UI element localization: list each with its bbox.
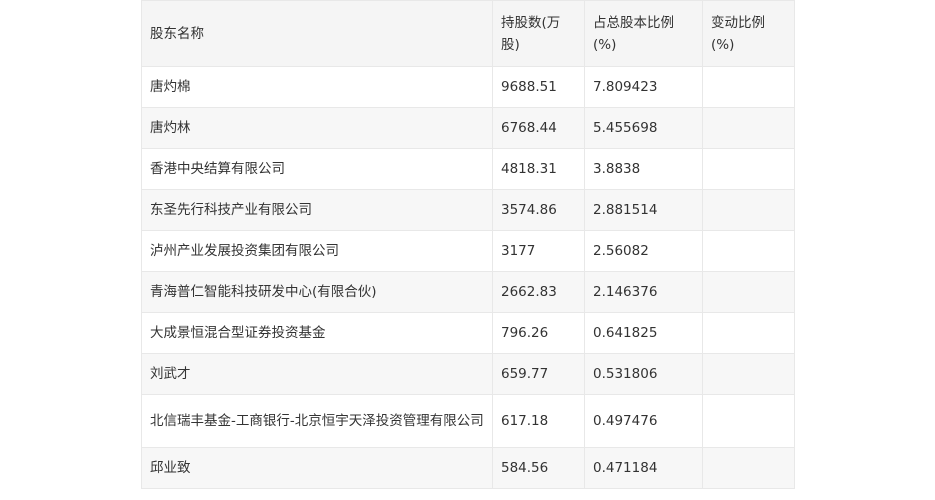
table-header-row: 股东名称 持股数(万股) 占总股本比例(%) 变动比例(%) bbox=[141, 0, 795, 67]
cell-change bbox=[702, 447, 795, 489]
table-row: 刘武才 659.77 0.531806 bbox=[141, 353, 795, 395]
cell-ratio: 3.8838 bbox=[584, 148, 703, 190]
cell-shares: 3177 bbox=[492, 230, 585, 272]
table-row: 大成景恒混合型证券投资基金 796.26 0.641825 bbox=[141, 312, 795, 354]
header-change: 变动比例(%) bbox=[702, 0, 795, 67]
cell-shares: 2662.83 bbox=[492, 271, 585, 313]
cell-change bbox=[702, 66, 795, 108]
table-row: 泸州产业发展投资集团有限公司 3177 2.56082 bbox=[141, 230, 795, 272]
header-shares: 持股数(万股) bbox=[492, 0, 585, 67]
cell-shares: 796.26 bbox=[492, 312, 585, 354]
table-row: 东圣先行科技产业有限公司 3574.86 2.881514 bbox=[141, 189, 795, 231]
cell-ratio: 7.809423 bbox=[584, 66, 703, 108]
cell-shares: 3574.86 bbox=[492, 189, 585, 231]
shareholder-table: 股东名称 持股数(万股) 占总股本比例(%) 变动比例(%) 唐灼棉 9688.… bbox=[141, 0, 795, 489]
cell-name: 青海普仁智能科技研发中心(有限合伙) bbox=[141, 271, 493, 313]
cell-name: 北信瑞丰基金-工商银行-北京恒宇天泽投资管理有限公司 bbox=[141, 394, 493, 448]
header-shareholder-name: 股东名称 bbox=[141, 0, 493, 67]
table-row: 香港中央结算有限公司 4818.31 3.8838 bbox=[141, 148, 795, 190]
cell-name: 刘武才 bbox=[141, 353, 493, 395]
cell-ratio: 5.455698 bbox=[584, 107, 703, 149]
cell-shares: 9688.51 bbox=[492, 66, 585, 108]
cell-change bbox=[702, 230, 795, 272]
cell-shares: 584.56 bbox=[492, 447, 585, 489]
cell-name: 唐灼棉 bbox=[141, 66, 493, 108]
cell-shares: 4818.31 bbox=[492, 148, 585, 190]
cell-ratio: 2.56082 bbox=[584, 230, 703, 272]
cell-name: 邱业致 bbox=[141, 447, 493, 489]
cell-ratio: 2.881514 bbox=[584, 189, 703, 231]
cell-name: 泸州产业发展投资集团有限公司 bbox=[141, 230, 493, 272]
cell-shares: 659.77 bbox=[492, 353, 585, 395]
shareholder-table-container: 股东名称 持股数(万股) 占总股本比例(%) 变动比例(%) 唐灼棉 9688.… bbox=[141, 0, 795, 489]
cell-ratio: 0.471184 bbox=[584, 447, 703, 489]
cell-name: 东圣先行科技产业有限公司 bbox=[141, 189, 493, 231]
cell-change bbox=[702, 148, 795, 190]
cell-change bbox=[702, 189, 795, 231]
header-ratio: 占总股本比例(%) bbox=[584, 0, 703, 67]
table-row: 邱业致 584.56 0.471184 bbox=[141, 447, 795, 489]
cell-change bbox=[702, 394, 795, 448]
cell-ratio: 0.531806 bbox=[584, 353, 703, 395]
cell-shares: 617.18 bbox=[492, 394, 585, 448]
cell-name: 唐灼林 bbox=[141, 107, 493, 149]
cell-name: 大成景恒混合型证券投资基金 bbox=[141, 312, 493, 354]
cell-change bbox=[702, 353, 795, 395]
cell-change bbox=[702, 271, 795, 313]
cell-ratio: 0.641825 bbox=[584, 312, 703, 354]
cell-ratio: 0.497476 bbox=[584, 394, 703, 448]
cell-change bbox=[702, 312, 795, 354]
table-row: 青海普仁智能科技研发中心(有限合伙) 2662.83 2.146376 bbox=[141, 271, 795, 313]
cell-ratio: 2.146376 bbox=[584, 271, 703, 313]
table-row: 北信瑞丰基金-工商银行-北京恒宇天泽投资管理有限公司 617.18 0.4974… bbox=[141, 394, 795, 448]
cell-name: 香港中央结算有限公司 bbox=[141, 148, 493, 190]
cell-shares: 6768.44 bbox=[492, 107, 585, 149]
table-row: 唐灼林 6768.44 5.455698 bbox=[141, 107, 795, 149]
cell-change bbox=[702, 107, 795, 149]
table-row: 唐灼棉 9688.51 7.809423 bbox=[141, 66, 795, 108]
